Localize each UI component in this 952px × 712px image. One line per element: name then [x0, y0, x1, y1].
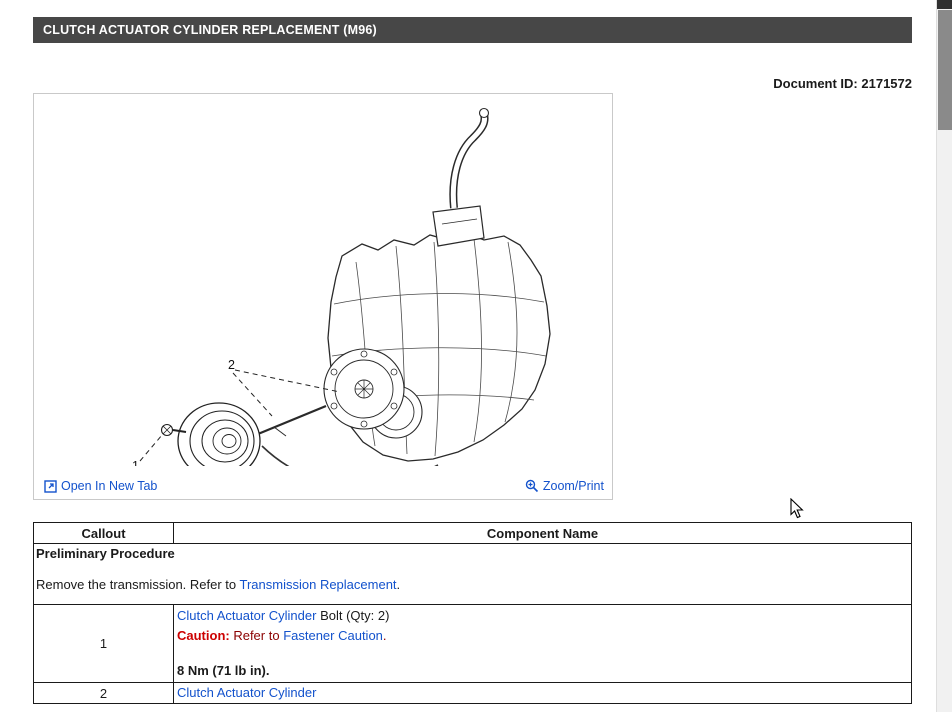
preliminary-text-after: .: [397, 577, 401, 592]
table-row-1: 1 Clutch Actuator Cylinder Bolt (Qty: 2)…: [34, 605, 912, 683]
header-component-name: Component Name: [174, 523, 912, 544]
callout-1-cell: 1: [34, 605, 174, 683]
figure-links-row: Open In New Tab Zoom/Print: [34, 473, 612, 493]
open-in-new-tab-label: Open In New Tab: [61, 479, 157, 493]
shift-lever: [433, 109, 489, 247]
preliminary-title: Preliminary Procedure: [36, 546, 909, 561]
mouse-cursor: [790, 498, 804, 519]
caution-label: Caution:: [177, 628, 230, 643]
preliminary-row: Preliminary Procedure Remove the transmi…: [34, 544, 912, 605]
pushrod: [258, 406, 326, 434]
table-row-2: 2 Clutch Actuator Cylinder: [34, 683, 912, 704]
callout-2-label: 2: [228, 358, 235, 372]
torque-spec: 8 Nm (71 lb in).: [177, 663, 909, 678]
bleed-fitting: [274, 427, 286, 436]
callout-2-cell: 2: [34, 683, 174, 704]
clutch-actuator-cylinder-bolt-link[interactable]: Clutch Actuator Cylinder: [177, 608, 316, 623]
caution-end-text: .: [383, 628, 387, 643]
callout-table: Callout Component Name Preliminary Proce…: [33, 522, 912, 704]
preliminary-text: Remove the transmission. Refer to Transm…: [36, 577, 909, 592]
clutch-actuator-cylinder-part: [178, 403, 260, 466]
open-in-new-tab-link[interactable]: Open In New Tab: [44, 479, 157, 493]
component-1-name: Clutch Actuator Cylinder Bolt (Qty: 2): [177, 606, 909, 626]
table-header-row: Callout Component Name: [34, 523, 912, 544]
document-id: Document ID: 2171572: [33, 76, 912, 91]
zoom-print-label: Zoom/Print: [543, 479, 604, 493]
page-root: CLUTCH ACTUATOR CYLINDER REPLACEMENT (M9…: [0, 0, 952, 712]
scrollbar-thumb[interactable]: [938, 10, 952, 130]
zoom-print-link[interactable]: Zoom/Print: [525, 479, 604, 493]
page-title: CLUTCH ACTUATOR CYLINDER REPLACEMENT (M9…: [43, 23, 377, 37]
external-link-icon: [44, 480, 57, 493]
zoom-icon: [525, 479, 539, 493]
header-callout: Callout: [34, 523, 174, 544]
preliminary-text-before: Remove the transmission. Refer to: [36, 577, 240, 592]
caution-line: Caution: Refer to Fastener Caution.: [177, 626, 909, 646]
clutch-actuator-cylinder-link[interactable]: Clutch Actuator Cylinder: [177, 685, 316, 700]
scrollbar-top-cap: [937, 0, 952, 9]
fastener-caution-link[interactable]: Fastener Caution: [283, 628, 383, 643]
mounting-flange: [324, 349, 404, 429]
figure-panel: 2 1 Open In New Tab Zoom/Print: [33, 93, 613, 500]
scrollbar-track[interactable]: [936, 0, 952, 712]
caution-mid-text: Refer to: [230, 628, 283, 643]
component-1-rest: Bolt (Qty: 2): [316, 608, 389, 623]
transmission-diagram: 2 1: [34, 94, 612, 466]
section-title-bar: CLUTCH ACTUATOR CYLINDER REPLACEMENT (M9…: [33, 17, 912, 43]
transmission-replacement-link[interactable]: Transmission Replacement: [240, 577, 397, 592]
callout-1-label: 1: [132, 459, 139, 466]
